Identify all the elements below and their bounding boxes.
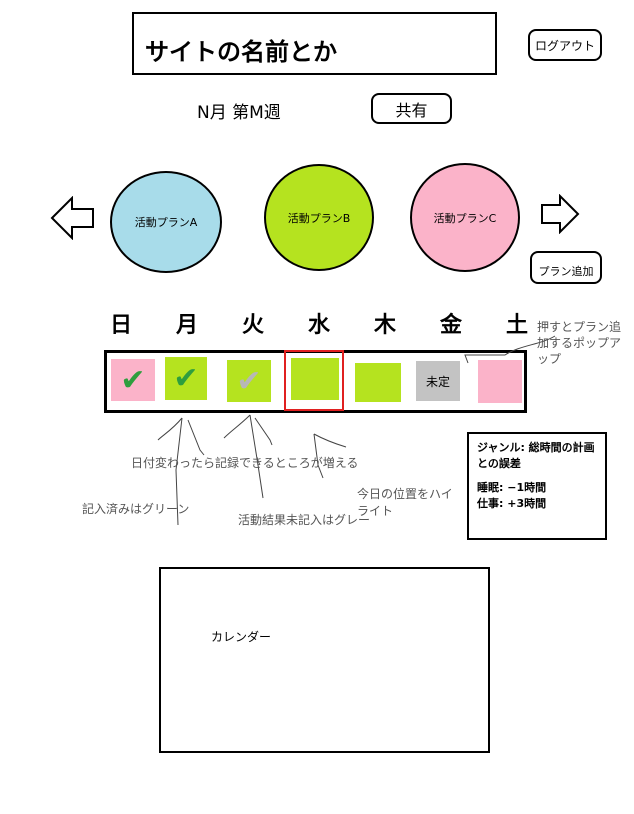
stats-title: ジャンル: 総時間の計画との誤差 (477, 441, 595, 470)
calendar-label: カレンダー (211, 630, 272, 644)
note-unrecorded-gray: 活動結果未記入はグレー (238, 513, 371, 527)
stats-row-label: 睡眠: (477, 481, 504, 494)
note-recorded-green: 記入済みはグリーン (82, 502, 190, 516)
calendar-panel[interactable] (159, 567, 490, 753)
stats-row-work: 仕事: +3時間 (477, 496, 597, 512)
stats-row-label: 仕事: (477, 497, 504, 510)
stats-row-sleep: 睡眠: −1時間 (477, 480, 597, 496)
stats-panel: ジャンル: 総時間の計画との誤差 睡眠: −1時間 仕事: +3時間 (467, 432, 607, 540)
stats-row-value: −1時間 (507, 481, 547, 494)
stats-row-value: +3時間 (507, 497, 547, 510)
note-recordable-increase: 日付変わったら記録できるところが増える (131, 456, 359, 470)
note-today-highlight: 今日の位置をハイライト (357, 487, 453, 518)
note-add-plan-popup: 押すとプラン追加するポップアップ (537, 320, 622, 366)
